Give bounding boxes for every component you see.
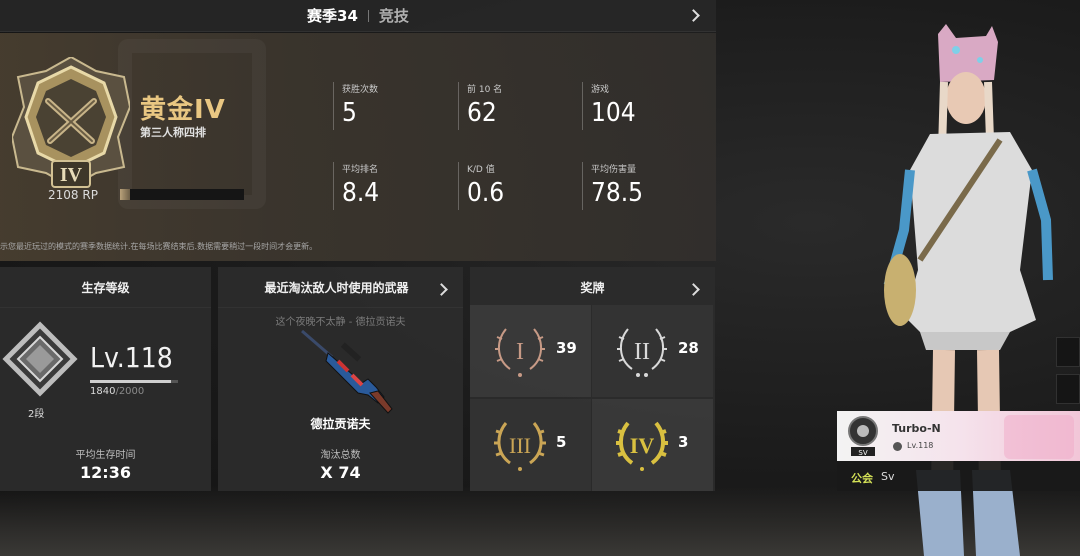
laurel-medal-icon: I <box>495 328 545 377</box>
svg-text:SV: SV <box>858 449 867 457</box>
medal-count: 28 <box>678 339 699 357</box>
kills-value: X 74 <box>320 463 361 482</box>
medal-rank-2[interactable]: II 28 <box>592 305 713 397</box>
rp-progress-bar <box>120 189 244 200</box>
stat-value: 5 <box>342 98 357 128</box>
medal-count: 5 <box>556 433 567 451</box>
kills-label: 淘汰总数 <box>320 450 361 461</box>
rank-points: 2108 RP <box>48 188 98 202</box>
header-divider <box>367 9 369 22</box>
xp-progress-bar <box>90 380 178 383</box>
survival-level-badge-icon <box>2 321 78 397</box>
avg-survival-label: 平均生存时间 <box>75 450 136 461</box>
weapon-title: 最近淘汰敌人时使用的武器 <box>264 281 409 295</box>
stat-label: K/D 值 <box>467 165 495 175</box>
medal-rank-4[interactable]: IV 3 <box>592 399 713 491</box>
medals-card[interactable]: 奖牌 I 39 II 28 III 5 IV 3 <box>470 267 715 491</box>
laurel-medal-icon: IV <box>616 421 668 471</box>
medal-rank-3[interactable]: III 5 <box>470 399 591 491</box>
medal-rank-1[interactable]: I 39 <box>470 305 591 397</box>
player-emblem-icon: SV <box>848 416 878 457</box>
avg-survival-value: 12:36 <box>80 463 131 482</box>
banner-art <box>1004 415 1074 459</box>
side-button[interactable] <box>1056 374 1080 404</box>
player-name: Turbo-N <box>892 422 941 435</box>
survival-title: 生存等级 <box>81 281 130 295</box>
xp-progress-fill <box>90 380 171 383</box>
tier-name: 黄金IV <box>140 95 226 125</box>
guild-row: 公会 Sv <box>837 461 1080 491</box>
side-button[interactable] <box>1056 337 1080 367</box>
guild-label: 公会 <box>851 472 873 485</box>
xp-text: 1840/2000 <box>90 386 145 397</box>
survival-tier: 2段 <box>28 409 45 420</box>
survival-card[interactable]: 生存等级 Lv.118 1840/2000 2段 平均生存时间 12:36 <box>0 267 211 491</box>
player-banner: SV Turbo-N Lv.118 <box>837 411 1080 461</box>
svg-text:IV: IV <box>60 164 83 186</box>
mode-label[interactable]: 竞技 <box>379 5 409 26</box>
guild-value: Sv <box>881 470 895 483</box>
stat-value: 104 <box>591 98 636 128</box>
survival-level: Lv.118 <box>90 341 173 374</box>
stat-value: 0.6 <box>467 178 505 208</box>
rp-progress-fill <box>120 189 130 200</box>
season-label[interactable]: 赛季34 <box>307 5 358 26</box>
weapon-name: 德拉贡诺夫 <box>310 417 371 431</box>
laurel-medal-icon: II <box>617 328 667 377</box>
medals-title: 奖牌 <box>580 281 605 295</box>
level-icon <box>893 442 902 451</box>
svg-text:I: I <box>516 339 524 365</box>
weapon-skin-name: 这个夜晚不太静 - 德拉贡诺夫 <box>275 317 406 328</box>
stat-label: 平均排名 <box>342 165 379 175</box>
player-level: Lv.118 <box>907 441 934 450</box>
sniper-rifle-icon <box>301 329 393 414</box>
stat-label: 游戏 <box>591 85 610 95</box>
medal-count: 39 <box>556 339 577 357</box>
svg-text:IV: IV <box>630 433 655 458</box>
rank-badge-icon: IV <box>12 57 130 189</box>
season-header[interactable]: 赛季34 竞技 <box>0 0 716 32</box>
stat-value: 78.5 <box>591 178 644 208</box>
tier-mode: 第三人称四排 <box>140 126 206 139</box>
stat-label: 平均伤害量 <box>591 165 637 175</box>
stat-value: 62 <box>467 98 497 128</box>
weapon-card[interactable]: 最近淘汰敌人时使用的武器 这个夜晚不太静 - 德拉贡诺夫 德拉贡诺夫 淘汰总数 … <box>218 267 463 491</box>
svg-text:II: II <box>634 339 650 365</box>
chevron-right-icon[interactable] <box>687 9 700 22</box>
svg-text:III: III <box>509 433 531 458</box>
stat-value: 8.4 <box>342 178 380 208</box>
stat-label: 前 10 名 <box>467 85 503 95</box>
rank-panel: IV 黄金IV 第三人称四排 2108 RP 获胜次数 5 前 10 名 62 … <box>0 33 716 261</box>
medal-count: 3 <box>678 433 689 451</box>
stats-footnote: 示您最近玩过的模式的赛季数据统计.在每场比赛结束后.数据需要稍过一段时间才会更新… <box>0 242 318 251</box>
laurel-medal-icon: III <box>494 422 546 471</box>
player-guild-card[interactable]: SV Turbo-N Lv.118 公会 Sv <box>837 411 1080 491</box>
stat-label: 获胜次数 <box>342 85 379 95</box>
